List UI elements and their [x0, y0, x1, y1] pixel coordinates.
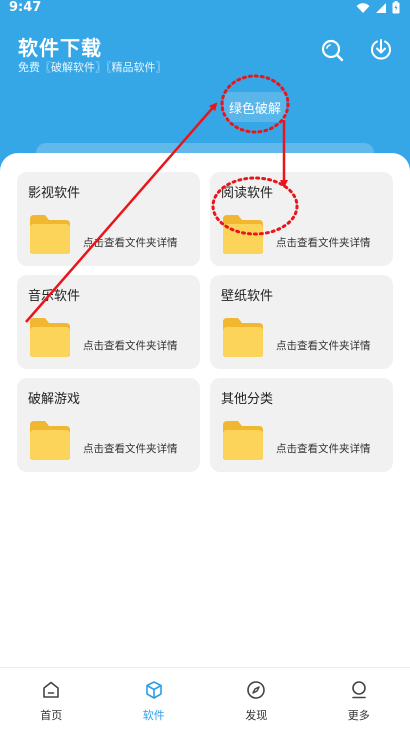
app-title: 软件下载 [18, 36, 102, 60]
card-reading-software[interactable]: 阅读软件 点击查看文件夹详情 [210, 172, 393, 266]
card-music-software[interactable]: 音乐软件 点击查看文件夹详情 [17, 275, 200, 369]
card-description: 点击查看文件夹详情 [276, 340, 371, 352]
download-button[interactable] [367, 36, 395, 64]
status-time: 9:47 [9, 0, 42, 15]
card-movie-software[interactable]: 影视软件 点击查看文件夹详情 [17, 172, 200, 266]
card-title: 音乐软件 [28, 289, 81, 304]
card-description: 点击查看文件夹详情 [83, 443, 178, 455]
folder-icon [223, 318, 263, 357]
category-panel: 影视软件 点击查看文件夹详情 阅读软件 点击查看文件夹详情 音乐软件 点击查看文… [0, 153, 410, 666]
card-description: 点击查看文件夹详情 [83, 237, 178, 249]
card-cracked-games[interactable]: 破解游戏 点击查看文件夹详情 [17, 378, 200, 472]
card-wallpaper-software[interactable]: 壁纸软件 点击查看文件夹详情 [210, 275, 393, 369]
nav-discover[interactable]: 发现 [205, 668, 308, 729]
cube-icon [145, 681, 162, 699]
card-title: 影视软件 [28, 186, 81, 201]
folder-icon [30, 421, 70, 460]
search-icon [321, 39, 344, 62]
folder-icon [223, 215, 263, 254]
status-bar: 9:47 [0, 0, 410, 18]
nav-label: 发现 [245, 709, 268, 722]
nav-home[interactable]: 首页 [0, 668, 103, 729]
folder-icon [30, 318, 70, 357]
signal-icon [376, 2, 386, 13]
card-title: 破解游戏 [28, 392, 81, 407]
nav-more[interactable]: 更多 [308, 668, 410, 729]
wifi-icon [356, 2, 370, 13]
green-crack-chip[interactable]: 绿色破解 [224, 92, 286, 122]
person-icon [351, 681, 366, 699]
card-description: 点击查看文件夹详情 [83, 340, 178, 352]
nav-label: 软件 [142, 709, 165, 722]
nav-software[interactable]: 软件 [103, 668, 206, 729]
card-description: 点击查看文件夹详情 [276, 237, 371, 249]
app-subtitle: 免费〖破解软件〗〖精品软件〗 [18, 61, 167, 74]
nav-label: 更多 [347, 709, 370, 722]
folder-icon [223, 421, 263, 460]
card-description: 点击查看文件夹详情 [276, 443, 371, 455]
home-icon [43, 681, 60, 698]
status-icons [356, 1, 400, 14]
card-title: 阅读软件 [221, 186, 274, 201]
download-icon [371, 39, 391, 60]
battery-icon [392, 1, 400, 14]
compass-icon [247, 681, 266, 699]
folder-icon [30, 215, 70, 254]
search-button[interactable] [318, 36, 346, 64]
header: 9:47 软件下载 免费〖破解软件〗〖精品软件〗 绿色破解 [0, 0, 410, 175]
nav-label: 首页 [40, 709, 63, 722]
card-title: 其他分类 [221, 392, 274, 407]
card-title: 壁纸软件 [221, 289, 274, 304]
card-other-categories[interactable]: 其他分类 点击查看文件夹详情 [210, 378, 393, 472]
bottom-nav: 首页 软件 发现 更多 [0, 667, 410, 729]
